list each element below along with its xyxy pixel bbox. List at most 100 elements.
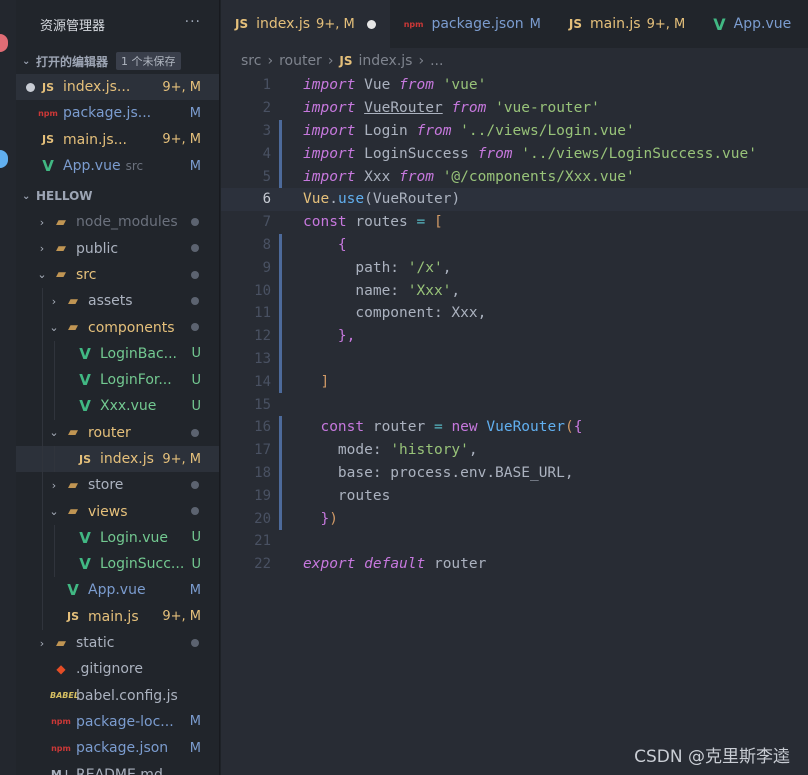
tree-item[interactable]: ⌄ ▰ src [16, 262, 219, 288]
code-line[interactable]: 20 }) [221, 507, 808, 530]
chevron-right-icon[interactable]: › [46, 295, 62, 308]
code-text: base: process.env.BASE_URL, [271, 465, 574, 481]
chevron-down-icon[interactable]: ⌄ [46, 505, 62, 518]
breadcrumb-item[interactable]: src [241, 53, 261, 69]
tree-item[interactable]: › ▰ static [16, 630, 219, 656]
chevron-right-icon[interactable]: › [46, 479, 62, 492]
line-number: 6 [262, 191, 271, 208]
code-text: export default router [271, 556, 486, 572]
code-line[interactable]: 3 import Login from '../views/Login.vue' [221, 119, 808, 143]
code-token: 'history' [390, 442, 469, 459]
open-editors-header[interactable]: ⌄ 打开的编辑器 1 个未保存 [16, 48, 219, 74]
tree-item[interactable]: › ▰ public [16, 235, 219, 261]
breadcrumb-item[interactable]: router [279, 53, 322, 69]
tree-item[interactable]: V LoginSucc... U [16, 551, 219, 578]
code-line[interactable]: 8 { [221, 233, 808, 257]
tab-label: main.js [589, 16, 641, 32]
watermark: CSDN @克里斯李逵 [634, 747, 790, 767]
code-line[interactable]: 2 import VueRouter from 'vue-router' [221, 97, 808, 120]
git-status: M [189, 582, 201, 598]
tab-app-vue[interactable]: V App.vue [699, 0, 805, 48]
tree-item[interactable]: V Xxx.vue U [16, 393, 219, 420]
tree-item[interactable]: ⌄ ▰ components [16, 314, 219, 341]
tree-item[interactable]: npm package.json M [16, 735, 219, 761]
code-line[interactable]: 12 }, [221, 324, 808, 348]
tree-item[interactable]: JS index.js 9+, M [16, 445, 219, 473]
code-line[interactable]: 6 Vue.use(VueRouter) [221, 187, 808, 211]
line-number: 21 [254, 533, 271, 550]
tree-item[interactable]: ⌄ ▰ router [16, 419, 219, 446]
chevron-down-icon[interactable]: ⌄ [34, 268, 50, 281]
code-line[interactable]: 11 component: Xxx, [221, 301, 808, 325]
tree-item[interactable]: V LoginFor... U [16, 366, 219, 394]
indent-guide [54, 551, 55, 578]
open-editor-item[interactable]: npm package.js... M [16, 100, 219, 126]
code-token: routes [346, 214, 417, 231]
tab-main-js[interactable]: JS main.js 9+, M [555, 0, 699, 48]
tab-label: package.json [431, 16, 524, 32]
chevron-right-icon[interactable]: › [34, 637, 50, 650]
tree-item-name: Xxx.vue [100, 398, 157, 415]
code-line[interactable]: 5 import Xxx from '@/components/Xxx.vue' [221, 165, 808, 188]
code-line[interactable]: 17 mode: 'history', [221, 438, 808, 462]
code-line[interactable]: 18 base: process.env.BASE_URL, [221, 461, 808, 485]
tree-item[interactable]: npm package-loc... M [16, 709, 219, 735]
tree-item[interactable]: V App.vue M [16, 577, 219, 604]
unsaved-dot-icon[interactable] [366, 19, 376, 29]
explorer-title: 资源管理器 ··· [40, 14, 201, 34]
tree-item[interactable]: › ▰ node_modules [16, 209, 219, 235]
code-line[interactable]: 7 const routes = [ [221, 211, 808, 234]
project-header[interactable]: ⌄ HELLOW [16, 183, 219, 209]
tree-item[interactable]: ⌄ ▰ views [16, 498, 219, 525]
vue-file-icon: V [79, 528, 91, 547]
tree-item[interactable]: ◆ .gitignore [16, 656, 219, 682]
code-line[interactable]: 14 ] [221, 370, 808, 394]
code-line[interactable]: 16 const router = new VueRouter({ [221, 415, 808, 439]
indent-guide [54, 366, 55, 394]
activity-indicator[interactable] [0, 150, 8, 168]
tree-item-name: LoginSucc... [100, 556, 185, 573]
tree-item[interactable]: JS main.js 9+, M [16, 603, 219, 630]
code-token: ] [320, 373, 330, 390]
tree-item[interactable]: V LoginBac... U [16, 340, 219, 367]
code-view[interactable]: 1 import Vue from 'vue' 2 import VueRouter … [221, 74, 808, 576]
code-line[interactable]: 19 routes [221, 484, 808, 508]
code-line[interactable]: 13 [221, 347, 808, 371]
tree-item[interactable]: BABEL babel.config.js [16, 683, 219, 709]
folder-icon: ▰ [68, 320, 78, 336]
code-line[interactable]: 21 [221, 530, 808, 553]
breadcrumb-item[interactable]: ... [430, 53, 443, 69]
chevron-down-icon[interactable]: ⌄ [46, 426, 62, 439]
indent-guide [42, 577, 43, 604]
code-line[interactable]: 1 import Vue from 'vue' [221, 74, 808, 97]
code-line[interactable]: 22 export default router [221, 553, 808, 576]
open-editor-item[interactable]: JS index.js... 9+, M [16, 74, 219, 101]
tree-item-name: babel.config.js [76, 687, 178, 704]
line-number: 2 [262, 100, 271, 117]
tree-item-name: Login.vue [100, 529, 168, 546]
code-token: } [320, 510, 330, 527]
breadcrumb-item[interactable]: index.js [359, 53, 413, 69]
chevron-right-icon[interactable]: › [34, 242, 50, 255]
code-line[interactable]: 9 path: '/x', [221, 256, 808, 280]
open-editor-item[interactable]: JS main.js... 9+, M [16, 127, 219, 153]
open-editor-item[interactable]: V App.vue src M [16, 153, 219, 179]
tab-package-json[interactable]: npm package.json M [390, 0, 555, 48]
chevron-down-icon[interactable]: ⌄ [46, 321, 62, 334]
tab-label: index.js [256, 16, 311, 32]
tree-item[interactable]: › ▰ assets [16, 288, 219, 315]
tab-index-js[interactable]: JS index.js 9+, M [221, 0, 390, 48]
activity-indicator[interactable] [0, 34, 8, 52]
code-token: const [320, 419, 365, 436]
chevron-right-icon[interactable]: › [34, 216, 50, 229]
tree-item[interactable]: › ▰ store [16, 472, 219, 499]
tree-item-name: package.json [76, 740, 169, 757]
tree-item[interactable]: M↓ README.md [16, 761, 219, 775]
code-token: path: [303, 259, 408, 276]
code-line[interactable]: 15 [221, 393, 808, 416]
code-line[interactable]: 4 import LoginSuccess from '../views/Logi… [221, 142, 808, 166]
ellipsis-icon[interactable]: ··· [185, 14, 201, 30]
tree-item[interactable]: V Login.vue U [16, 524, 219, 552]
indent-guide [42, 288, 43, 315]
code-line[interactable]: 10 name: 'Xxx', [221, 279, 808, 302]
